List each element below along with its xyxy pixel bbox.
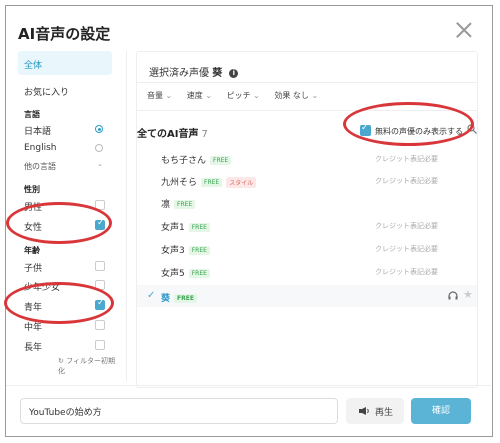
voice-params: 音量 速度 ピッチ 効果 なし: [147, 90, 330, 101]
confirm-button[interactable]: 確認: [411, 398, 471, 424]
sidebar-item-all[interactable]: 全体: [18, 51, 112, 75]
credit-note: クレジット表記必要: [375, 268, 438, 276]
list-count: 7: [201, 129, 208, 140]
age-young-adult-checkbox[interactable]: [95, 298, 105, 310]
divider: [137, 110, 477, 111]
age-youth-checkbox[interactable]: [95, 280, 105, 290]
style-badge: スタイル: [226, 177, 257, 188]
divider: [137, 82, 477, 83]
voice-panel: 選択済み声優 葵 i 音量 速度 ピッチ 効果 なし 全てのAI音声7 無料の声…: [136, 51, 478, 388]
speed-dropdown[interactable]: 速度: [187, 91, 212, 100]
gender-header: 性別: [24, 185, 40, 194]
dialog-window: AI音声の設定 全体 お気に入り 言語 日本語 English 他の言語 ⌄ 性…: [4, 5, 493, 437]
selected-voice-label: 選択済み声優: [149, 68, 209, 79]
language-english[interactable]: English: [24, 143, 57, 153]
selected-voice-name: 葵: [212, 68, 223, 79]
free-badge: FREE: [174, 294, 197, 303]
voice-name: 女声5: [161, 269, 185, 279]
age-youth[interactable]: 少年少女: [24, 280, 60, 293]
voice-row-selected[interactable]: ✓ 葵 FREE ★: [137, 285, 477, 307]
reset-label: フィルター初期化: [58, 357, 115, 375]
free-only-label[interactable]: 無料の声優のみ表示する: [375, 126, 463, 137]
voice-row[interactable]: もち子さん FREE クレジット表記必要: [137, 147, 477, 169]
language-japanese-radio[interactable]: [95, 125, 103, 133]
free-badge: FREE: [174, 200, 196, 209]
credit-note: クレジット表記必要: [375, 245, 438, 253]
voice-name: 凛: [161, 200, 171, 210]
language-other[interactable]: 他の言語: [24, 161, 56, 172]
voice-name: 女声3: [161, 246, 185, 256]
play-label: 再生: [375, 408, 394, 418]
age-senior-checkbox[interactable]: [95, 340, 105, 350]
gender-female[interactable]: 女性: [24, 220, 42, 233]
voice-name: 九州そら: [161, 178, 198, 188]
age-senior[interactable]: 長年: [24, 340, 42, 353]
selected-voice: 選択済み声優 葵 i: [149, 64, 239, 79]
free-badge: FREE: [188, 223, 210, 232]
free-badge: FREE: [188, 269, 210, 278]
reset-filters-button[interactable]: ↻ フィルター初期化: [58, 356, 118, 376]
gender-male-checkbox[interactable]: [95, 200, 105, 210]
close-icon[interactable]: [454, 20, 474, 40]
voice-row[interactable]: 女声3 FREE クレジット表記必要: [137, 237, 477, 259]
free-badge: FREE: [201, 178, 223, 187]
headphones-icon[interactable]: [448, 291, 458, 300]
sidebar-divider: [126, 51, 127, 381]
voice-name: 女声1: [161, 223, 185, 233]
star-icon[interactable]: ★: [463, 288, 473, 301]
filter-sidebar: 全体 お気に入り 言語 日本語 English 他の言語 ⌄ 性別 男性 女性 …: [18, 51, 118, 381]
chevron-down-icon[interactable]: ⌄: [97, 160, 103, 168]
language-japanese[interactable]: 日本語: [24, 124, 51, 137]
voice-row[interactable]: 九州そら FREE スタイル クレジット表記必要: [137, 169, 477, 191]
list-title: 全てのAI音声 7: [137, 125, 208, 140]
info-icon[interactable]: i: [229, 68, 239, 78]
credit-note: クレジット表記必要: [375, 177, 438, 185]
voice-name: 葵: [161, 294, 171, 304]
sidebar-item-favorites[interactable]: お気に入り: [24, 85, 69, 98]
language-english-radio[interactable]: [95, 144, 103, 152]
voice-row[interactable]: 凛 FREE: [137, 191, 477, 213]
pitch-dropdown[interactable]: ピッチ: [227, 91, 260, 100]
age-middle-checkbox[interactable]: [95, 320, 105, 330]
age-middle[interactable]: 中年: [24, 320, 42, 333]
text-input[interactable]: [20, 398, 338, 424]
play-button[interactable]: 再生: [346, 398, 404, 424]
voice-row[interactable]: 女声1 FREE クレジット表記必要: [137, 214, 477, 236]
voice-name: もち子さん: [161, 156, 207, 166]
language-header: 言語: [24, 110, 40, 119]
free-badge: FREE: [188, 246, 210, 255]
voice-row[interactable]: 女声5 FREE クレジット表記必要: [137, 260, 477, 282]
sidebar-item-label: 全体: [24, 61, 43, 71]
gender-male[interactable]: 男性: [24, 200, 42, 213]
footer-divider: [6, 385, 491, 386]
free-badge: FREE: [210, 156, 232, 165]
speaker-icon: [359, 407, 369, 415]
credit-note: クレジット表記必要: [375, 155, 438, 163]
age-young-adult[interactable]: 青年: [24, 300, 42, 313]
volume-dropdown[interactable]: 音量: [147, 91, 172, 100]
dialog-title: AI音声の設定: [18, 25, 111, 43]
check-icon: ✓: [147, 290, 156, 301]
gender-female-checkbox[interactable]: [95, 218, 105, 230]
free-only-checkbox[interactable]: [360, 123, 371, 136]
list-title-text: 全てのAI音声: [137, 129, 199, 140]
age-child[interactable]: 子供: [24, 261, 42, 274]
search-icon[interactable]: [467, 124, 477, 134]
age-header: 年齢: [24, 246, 40, 255]
age-child-checkbox[interactable]: [95, 261, 105, 271]
credit-note: クレジット表記必要: [375, 222, 438, 230]
effect-dropdown[interactable]: 効果 なし: [274, 91, 318, 100]
